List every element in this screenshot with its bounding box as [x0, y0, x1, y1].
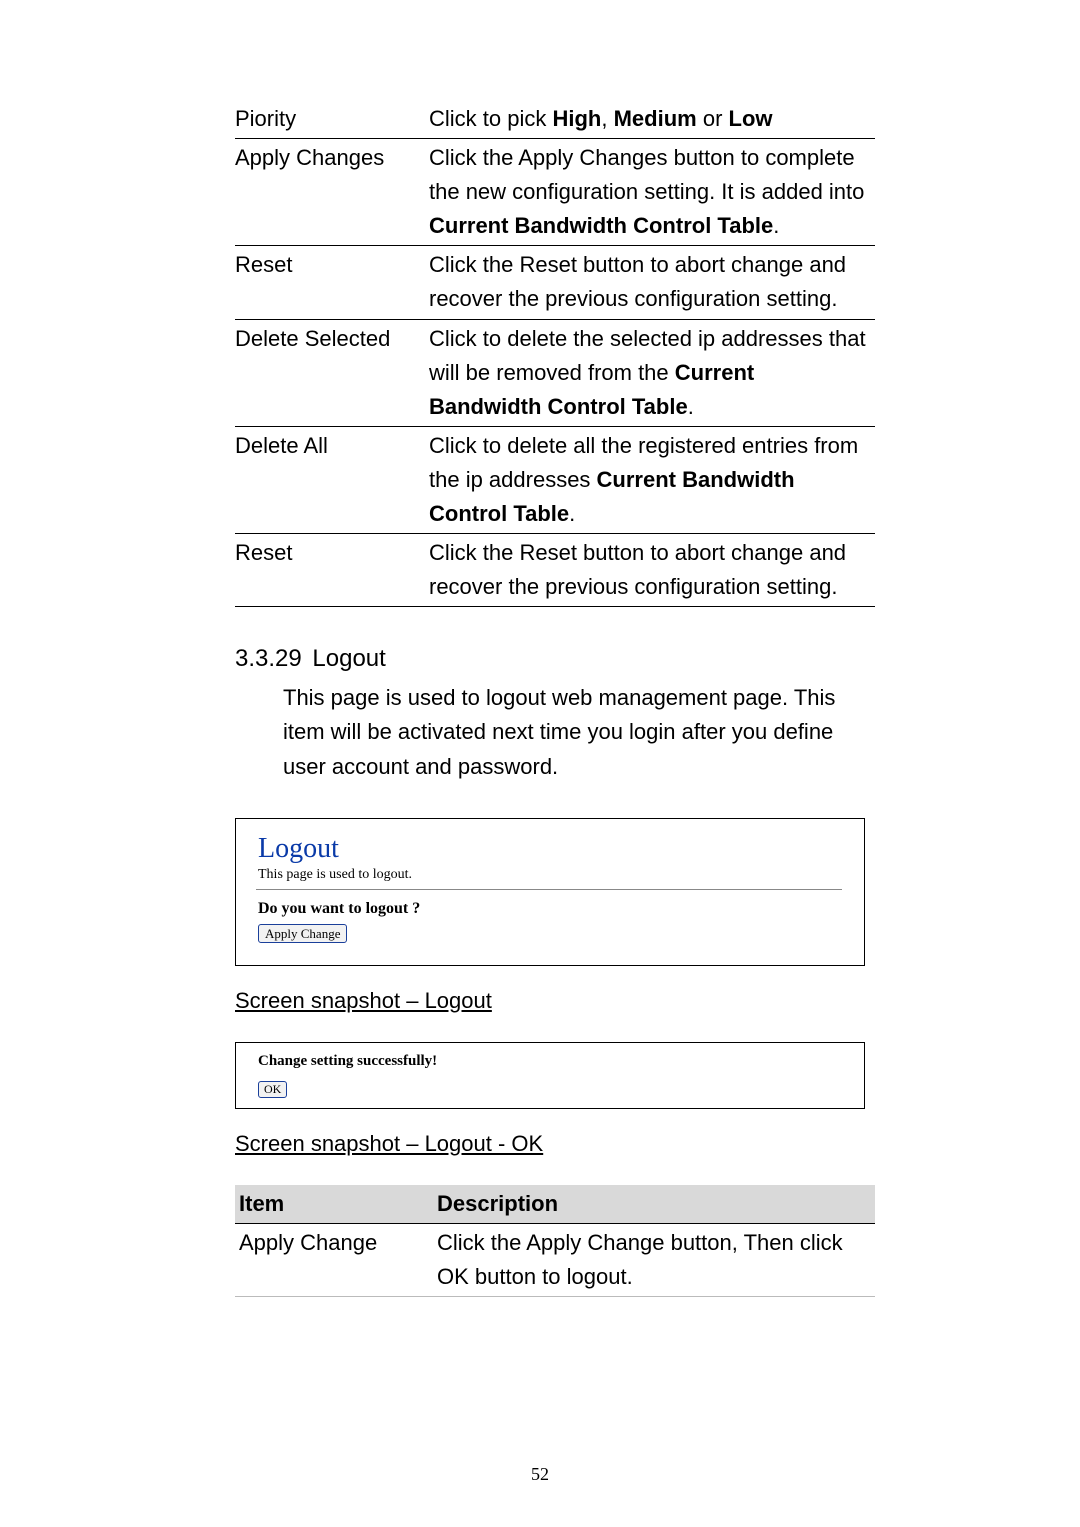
table-item-cell: Delete Selected	[235, 319, 429, 426]
table-desc-cell: Click to pick High, Medium or Low	[429, 100, 875, 139]
table-item-cell: Delete All	[235, 426, 429, 533]
table-item-cell: Reset	[235, 246, 429, 319]
table2-header-desc: Description	[433, 1185, 875, 1224]
table-desc-cell: Click the Reset button to abort change a…	[429, 246, 875, 319]
table-item-cell: Apply Changes	[235, 139, 429, 246]
page-number: 52	[0, 1464, 1080, 1485]
document-page: PiorityClick to pick High, Medium or Low…	[0, 0, 1080, 1527]
table-row: PiorityClick to pick High, Medium or Low	[235, 100, 875, 139]
screenshot-logout-panel: Logout This page is used to logout. Do y…	[235, 818, 865, 967]
section-body: This page is used to logout web manageme…	[235, 681, 873, 783]
table-item-cell: Piority	[235, 100, 429, 139]
table-row: Delete AllClick to delete all the regist…	[235, 426, 875, 533]
panel-success-text: Change setting successfully!	[258, 1053, 844, 1070]
bold-text: Medium	[614, 106, 697, 131]
apply-change-button[interactable]: Apply Change	[258, 924, 347, 944]
panel-divider	[256, 889, 842, 890]
bold-text: Current Bandwidth Control Table	[429, 213, 773, 238]
caption-logout: Screen snapshot – Logout	[235, 988, 890, 1014]
table-desc-cell: Click to delete the selected ip addresse…	[429, 319, 875, 426]
bold-text: High	[552, 106, 601, 131]
section-title: Logout	[312, 645, 385, 672]
table-row: Apply ChangesClick the Apply Changes but…	[235, 139, 875, 246]
table-item-cell: Reset	[235, 534, 429, 607]
panel-title: Logout	[258, 833, 844, 865]
table-desc-cell: Click the Apply Changes button to comple…	[429, 139, 875, 246]
table-row: ResetClick the Reset button to abort cha…	[235, 246, 875, 319]
definition-table-1: PiorityClick to pick High, Medium or Low…	[235, 100, 875, 607]
caption-logout-ok: Screen snapshot – Logout - OK	[235, 1131, 890, 1157]
table-desc-cell: Click the Apply Change button, Then clic…	[433, 1224, 875, 1297]
table-item-cell: Apply Change	[235, 1224, 433, 1297]
table-row: ResetClick the Reset button to abort cha…	[235, 534, 875, 607]
section-heading: 3.3.29 Logout	[235, 645, 890, 673]
table-desc-cell: Click the Reset button to abort change a…	[429, 534, 875, 607]
screenshot-success-panel: Change setting successfully! OK	[235, 1042, 865, 1109]
table-row: Delete SelectedClick to delete the selec…	[235, 319, 875, 426]
panel-subtitle: This page is used to logout.	[258, 867, 844, 883]
table-desc-cell: Click to delete all the registered entri…	[429, 426, 875, 533]
bold-text: Current Bandwidth Control Table	[429, 467, 795, 526]
bold-text: Low	[729, 106, 773, 131]
table2-header-item: Item	[235, 1185, 433, 1224]
panel-question: Do you want to logout ?	[258, 900, 844, 918]
table-row: Apply ChangeClick the Apply Change butto…	[235, 1224, 875, 1297]
definition-table-2: Item Description Apply ChangeClick the A…	[235, 1185, 875, 1297]
ok-button[interactable]: OK	[258, 1081, 287, 1097]
bold-text: Current Bandwidth Control Table	[429, 360, 754, 419]
section-number: 3.3.29	[235, 645, 302, 672]
